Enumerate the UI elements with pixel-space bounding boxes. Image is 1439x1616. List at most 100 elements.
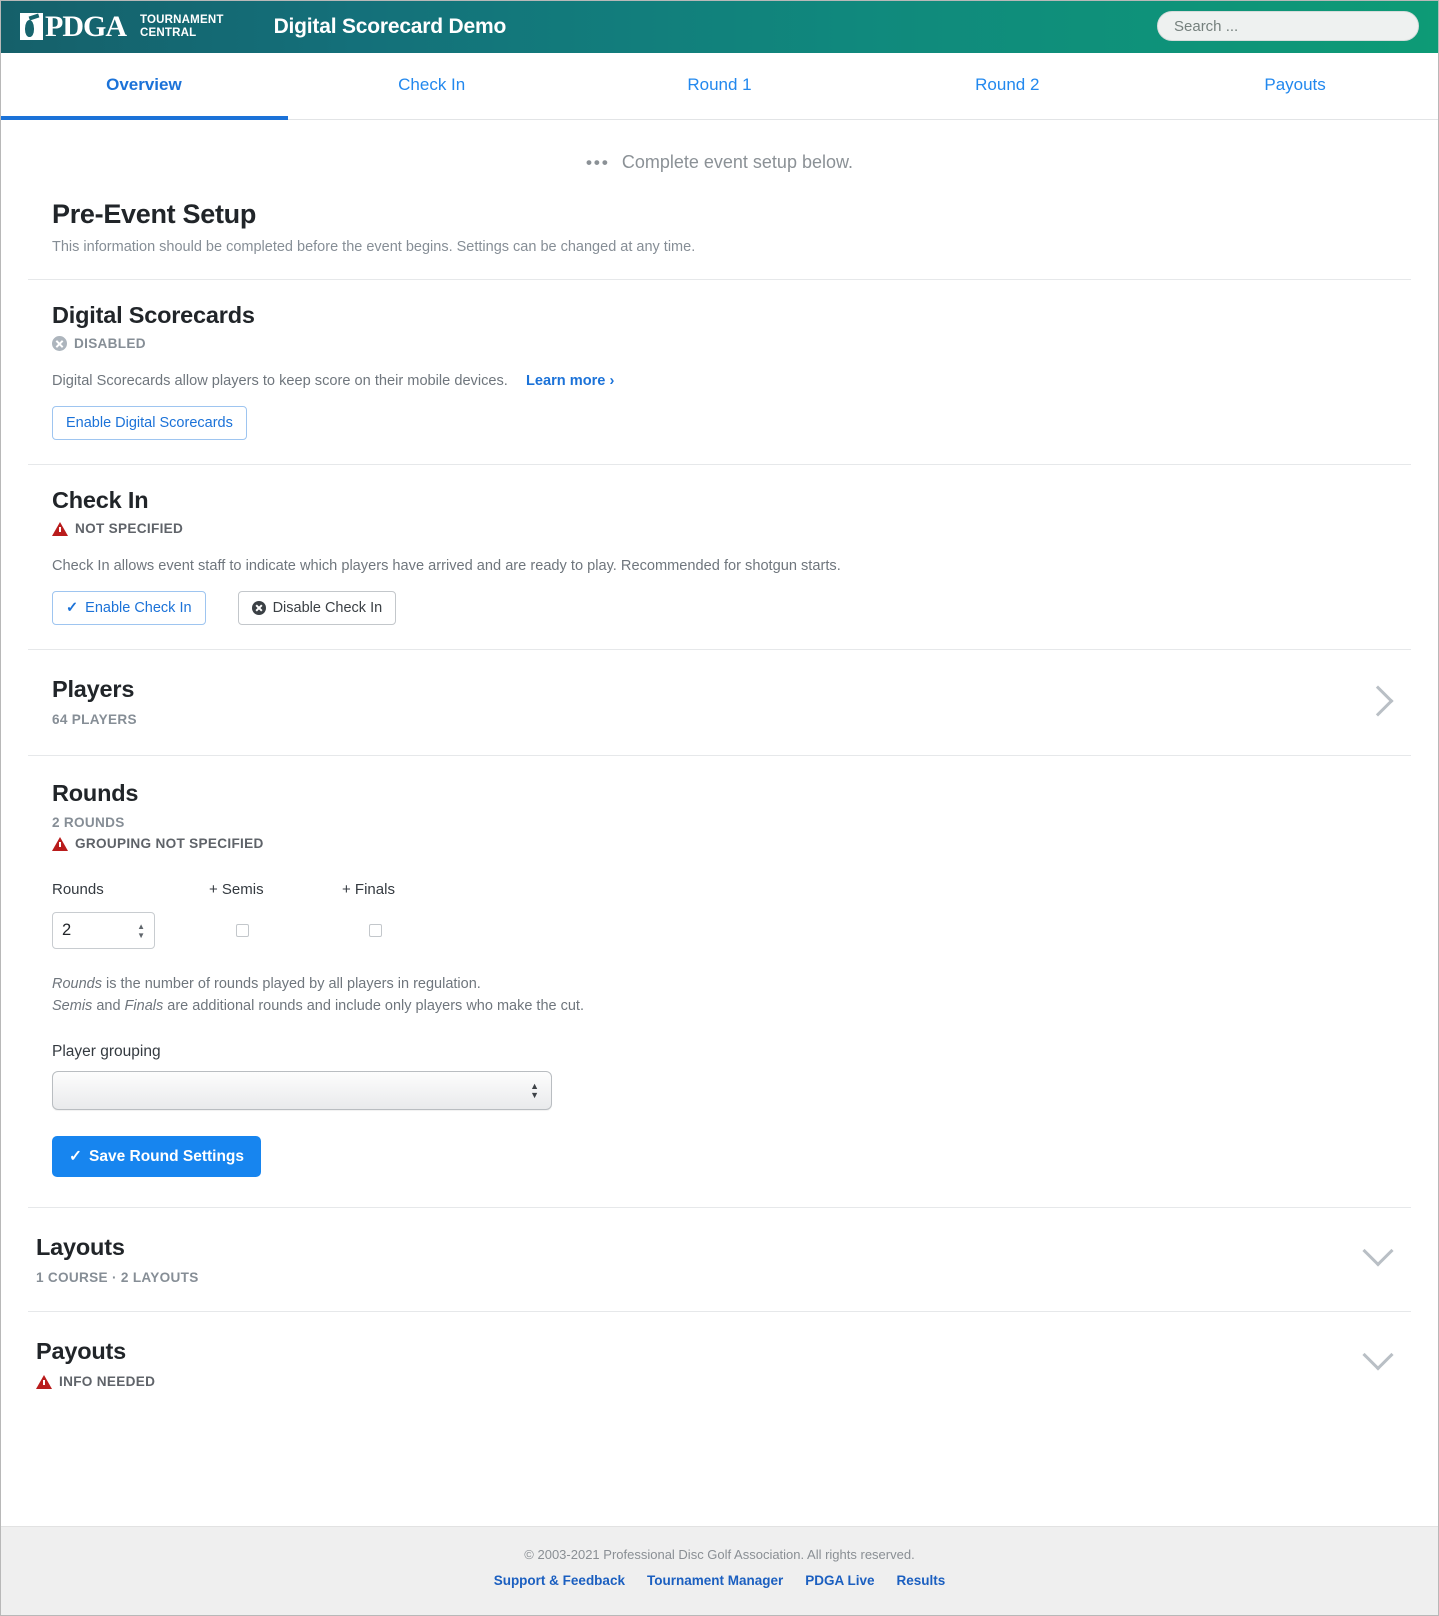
search-input[interactable] [1157,11,1419,41]
rounds-field-label: Rounds [52,881,104,898]
save-round-settings-button[interactable]: ✓ Save Round Settings [52,1136,262,1177]
rounds-help-text: Rounds is the number of rounds played by… [52,973,1411,1017]
rounds-number-wrap: 2 ▲ ▼ [52,912,155,949]
layouts-summary-badge: 1 COURSE · 2 LAYOUTS [36,1270,199,1285]
digital-scorecards-description-text: Digital Scorecards allow players to keep… [52,373,508,389]
rounds-grouping-status-badge: GROUPING NOT SPECIFIED [52,836,1411,851]
page-footer: © 2003-2021 Professional Disc Golf Assoc… [0,1526,1439,1616]
app-header: PDGA TOURNAMENT CENTRAL Digital Scorecar… [0,0,1439,53]
enable-check-in-label: Enable Check In [85,600,192,616]
check-in-status-text: NOT SPECIFIED [75,521,184,536]
tab-overview[interactable]: Overview [0,53,288,120]
digital-scorecards-status-badge: DISABLED [52,336,1411,351]
select-arrows-icon: ▲ ▼ [530,1080,539,1100]
save-round-settings-label: Save Round Settings [89,1147,245,1165]
enable-digital-scorecards-button[interactable]: Enable Digital Scorecards [52,406,247,440]
setup-status-text: Complete event setup below. [621,152,853,172]
rounds-help-line-2: Semis and Finals are additional rounds a… [52,995,1411,1017]
circle-x-icon [52,336,67,351]
footer-link-tournament-manager[interactable]: Tournament Manager [647,1573,783,1588]
footer-links: Support & Feedback Tournament Manager PD… [0,1573,1439,1588]
footer-link-pdga-live[interactable]: PDGA Live [805,1573,874,1588]
warning-triangle-icon [52,521,68,536]
tc-line-1: TOURNAMENT [140,13,224,26]
ellipsis-icon: ••• [585,152,610,172]
rounds-actions: ✓ Save Round Settings [52,1136,1411,1177]
chevron-down-icon[interactable] [1362,1235,1394,1267]
semis-checkbox-cell [236,924,249,937]
rounds-help-line-1: Rounds is the number of rounds played by… [52,973,1411,995]
layouts-summary-text: 1 COURSE · 2 LAYOUTS [36,1270,199,1285]
pre-event-setup-block: Pre-Event Setup This information should … [28,199,1411,280]
digital-scorecards-description: Digital Scorecards allow players to keep… [52,373,1411,389]
check-in-description: Check In allows event staff to indicate … [52,558,841,574]
brand-logo[interactable]: PDGA TOURNAMENT CENTRAL [20,9,224,43]
check-in-status-badge: NOT SPECIFIED [52,521,1411,536]
players-count-badge: 64 PLAYERS [52,712,137,727]
rounds-count-text: 2 ROUNDS [52,815,125,830]
tournament-central-label: TOURNAMENT CENTRAL [140,14,224,40]
player-grouping-label: Player grouping [52,1043,161,1060]
tab-round-1[interactable]: Round 1 [576,53,864,120]
setup-status-line: ••• Complete event setup below. [0,120,1439,199]
circle-x-icon [251,601,266,615]
check-in-actions: ✓ Enable Check In Disable Check In [52,591,1411,625]
number-spinner-icon[interactable]: ▲ ▼ [137,922,145,939]
finals-field-label: + Finals [342,881,395,898]
footer-link-support-feedback[interactable]: Support & Feedback [494,1573,625,1588]
finals-help-em: Finals [124,998,164,1014]
chevron-down-icon[interactable] [1362,1339,1394,1371]
digital-scorecards-section: Digital Scorecards DISABLED Digital Scor… [28,280,1411,465]
check-in-title: Check In [52,487,149,513]
footer-link-results[interactable]: Results [897,1573,946,1588]
finals-checkbox[interactable] [369,924,382,937]
main-content: Pre-Event Setup This information should … [0,199,1439,1415]
payouts-section[interactable]: Payouts INFO NEEDED [28,1312,1411,1415]
finals-help-rest: are additional rounds and include only p… [163,998,584,1014]
check-in-section: Check In NOT SPECIFIED Check In allows e… [28,465,1411,650]
players-count-text: 64 PLAYERS [52,712,137,727]
rounds-form-inputs: 2 ▲ ▼ [52,912,1411,949]
disable-check-in-label: Disable Check In [272,600,383,616]
learn-more-link[interactable]: Learn more › [526,373,614,389]
semis-field-label: + Semis [209,881,264,898]
digital-scorecards-actions: Enable Digital Scorecards [52,406,1411,440]
rounds-count-badge: 2 ROUNDS [52,815,1411,830]
pdga-disc-golfer-icon [20,13,43,40]
rounds-form: Rounds + Semis + Finals 2 ▲ ▼ Rounds is … [52,881,1411,1177]
tc-line-2: CENTRAL [140,26,197,39]
digital-scorecards-status-text: DISABLED [74,336,146,351]
players-title: Players [52,676,135,702]
layouts-section[interactable]: Layouts 1 COURSE · 2 LAYOUTS [28,1208,1411,1312]
disable-check-in-button[interactable]: Disable Check In [237,591,397,625]
semis-checkbox[interactable] [236,924,249,937]
app-page: PDGA TOURNAMENT CENTRAL Digital Scorecar… [0,0,1439,1616]
page-subtitle: This information should be completed bef… [52,239,696,255]
tab-round-2[interactable]: Round 2 [863,53,1151,120]
footer-copyright: © 2003-2021 Professional Disc Golf Assoc… [524,1547,915,1562]
digital-scorecards-title: Digital Scorecards [52,302,255,328]
payouts-status-badge: INFO NEEDED [36,1374,155,1389]
rounds-section: Rounds 2 ROUNDS GROUPING NOT SPECIFIED R… [28,756,1411,1208]
rounds-grouping-status-text: GROUPING NOT SPECIFIED [75,836,264,851]
tab-check-in[interactable]: Check In [288,53,576,120]
chevron-right-icon[interactable] [1362,685,1394,717]
page-title: Pre-Event Setup [52,199,257,229]
rounds-help-em: Rounds [52,976,102,992]
players-section[interactable]: Players 64 PLAYERS [28,650,1411,756]
semis-help-em: Semis [52,998,93,1014]
rounds-title: Rounds [52,780,139,806]
player-grouping-select[interactable]: ▲ ▼ [52,1071,552,1110]
pdga-wordmark: PDGA [45,9,127,43]
check-icon: ✓ [66,600,79,616]
rounds-help-rest: is the number of rounds played by all pl… [101,976,481,992]
enable-check-in-button[interactable]: ✓ Enable Check In [52,591,206,625]
warning-triangle-icon [36,1374,52,1389]
pdga-logo-icon: PDGA [20,9,127,43]
rounds-form-labels: Rounds + Semis + Finals [52,881,1411,898]
rounds-number-input[interactable]: 2 ▲ ▼ [52,912,155,949]
payouts-title: Payouts [36,1338,127,1364]
semis-help-mid: and [92,998,125,1014]
tab-payouts[interactable]: Payouts [1151,53,1439,120]
payouts-status-text: INFO NEEDED [59,1374,156,1389]
